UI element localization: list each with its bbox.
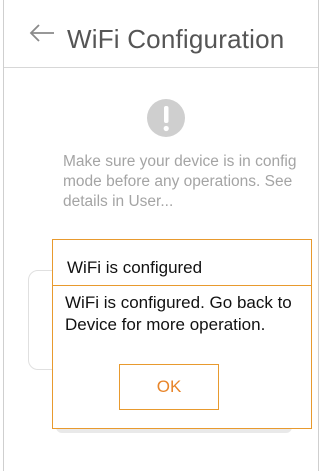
dialog-title: WiFi is configured (67, 258, 203, 277)
header-bar: WiFi Configuration (4, 0, 318, 68)
exclamation-circle-icon (146, 98, 186, 138)
ok-button[interactable]: OK (119, 364, 219, 410)
arrow-left-icon (29, 24, 54, 42)
back-button[interactable] (28, 22, 56, 44)
dialog-message: WiFi is configured. Go back to Device fo… (65, 293, 292, 334)
app-screen: WiFi Configuration Make sure your device… (3, 0, 319, 471)
config-hint-text: Make sure your device is in config mode … (63, 153, 297, 210)
page-title: WiFi Configuration (67, 24, 285, 54)
wifi-configured-dialog: WiFi is configured WiFi is configured. G… (52, 239, 312, 429)
dialog-title-box: WiFi is configured (53, 240, 311, 286)
